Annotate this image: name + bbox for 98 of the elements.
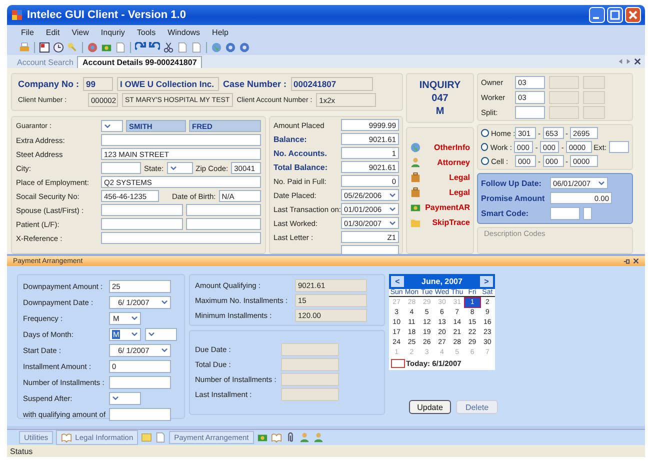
field-label: Case Number : [223, 79, 287, 89]
readonly-field [281, 388, 339, 401]
text-field[interactable] [109, 376, 171, 389]
person-icon[interactable] [410, 157, 421, 168]
document-icon[interactable] [191, 42, 202, 52]
inquiry-text: 047 [432, 92, 448, 104]
field-label: Smart Code: [481, 209, 530, 218]
undo-icon[interactable] [149, 42, 160, 52]
field-label: Promise Amount [481, 194, 546, 202]
disabled-field [549, 91, 579, 104]
dropdown[interactable] [145, 328, 177, 341]
document-icon[interactable] [155, 432, 166, 443]
tab[interactable]: Account Details 99-000241807 [77, 56, 202, 68]
text-field[interactable] [515, 106, 545, 119]
document-icon[interactable] [177, 42, 188, 52]
minimize-button[interactable] [589, 7, 605, 23]
close-button[interactable] [625, 7, 641, 23]
inquiry-text: INQUIRY [419, 78, 461, 92]
disabled-field [583, 91, 605, 104]
first-name-field[interactable] [186, 218, 262, 230]
link[interactable]: PaymentAR [425, 203, 470, 212]
radio-button[interactable] [481, 129, 489, 137]
application-icon [11, 9, 23, 21]
book-icon[interactable] [270, 432, 282, 443]
field-label: No. Accounts. [273, 148, 328, 158]
extension-field[interactable] [608, 141, 629, 153]
note-icon[interactable] [141, 432, 152, 443]
previous-month-button[interactable]: < [391, 276, 404, 287]
briefcase-icon[interactable] [410, 187, 421, 198]
last-name-field[interactable] [101, 218, 183, 230]
text-field[interactable] [101, 134, 262, 146]
field-label: Balance: [273, 134, 308, 144]
link[interactable]: SkipTrace [432, 218, 470, 227]
scroll-left-icon[interactable] [618, 58, 623, 65]
clock-icon[interactable] [53, 42, 64, 52]
close-icon[interactable] [634, 58, 641, 65]
field-label: Company No : [18, 79, 80, 89]
menu-item[interactable]: Tools [136, 28, 156, 36]
readonly-field [281, 343, 339, 356]
menu-item[interactable]: View [72, 28, 89, 36]
field-label: Total Balance: [273, 162, 329, 172]
link[interactable]: OtherInfo [434, 143, 470, 152]
disabled-field [549, 76, 579, 89]
text-field[interactable] [109, 408, 171, 421]
status-text: Status [10, 446, 33, 456]
maximize-button[interactable] [607, 7, 623, 23]
link[interactable]: Attorney [437, 158, 470, 167]
radio-button[interactable] [481, 157, 489, 165]
first-name-field[interactable] [186, 204, 262, 216]
readonly-field [281, 373, 339, 386]
disc-icon[interactable] [87, 42, 98, 52]
person-icon[interactable] [298, 432, 310, 443]
menu-item[interactable]: Inquriy [100, 28, 125, 36]
smart-code-field[interactable] [550, 207, 580, 220]
redo-icon[interactable] [135, 42, 146, 52]
book-icon [61, 432, 72, 443]
text-field[interactable] [583, 207, 592, 220]
document-icon[interactable] [115, 42, 126, 52]
menu-item[interactable]: Windows [168, 28, 200, 36]
printer-icon[interactable] [19, 42, 30, 52]
last-name-field[interactable] [101, 204, 183, 216]
action-button[interactable]: Update [409, 400, 451, 414]
inquiry-text: M [436, 104, 444, 118]
menu-item[interactable]: File [21, 28, 34, 36]
today-marker-icon [391, 359, 405, 368]
company-number-field: 99 [83, 77, 114, 91]
company-name-field: I OWE U Collection Inc. [117, 77, 220, 91]
disabled-field [583, 76, 605, 89]
globe-icon[interactable] [410, 142, 421, 153]
menu-item[interactable]: Edit [46, 28, 60, 36]
help-icon[interactable] [225, 42, 236, 52]
readonly-field [281, 358, 339, 371]
window-title: Intelec GUI Client - Version 1.0 [27, 9, 187, 21]
help-icon[interactable] [239, 42, 250, 52]
menu-item[interactable]: Help [212, 28, 228, 36]
dropdown[interactable] [109, 392, 141, 405]
state-dropdown[interactable] [166, 162, 193, 174]
link[interactable]: Legal [449, 188, 470, 197]
globe-icon[interactable] [211, 42, 222, 52]
pin-icon[interactable] [623, 258, 630, 264]
link[interactable]: Legal [449, 173, 470, 182]
briefcase-icon[interactable] [410, 172, 421, 183]
banknote-icon[interactable] [256, 432, 268, 443]
window-icon[interactable] [39, 42, 50, 52]
city-field[interactable] [101, 162, 141, 174]
banknote-icon[interactable] [410, 202, 421, 213]
case-number-field: 000241807 [290, 77, 373, 91]
person-icon[interactable] [312, 432, 324, 443]
close-icon[interactable] [633, 258, 639, 264]
title-dropdown[interactable] [101, 120, 123, 132]
text-field[interactable] [341, 245, 399, 254]
cut-icon[interactable] [163, 42, 174, 52]
scroll-right-icon[interactable] [626, 58, 631, 65]
field-label: Follow Up Date: [481, 178, 542, 188]
radio-button[interactable] [481, 143, 488, 151]
next-month-button[interactable]: > [480, 276, 493, 287]
text-field[interactable] [101, 232, 262, 244]
calendar-month: June, 2007 [422, 277, 462, 286]
